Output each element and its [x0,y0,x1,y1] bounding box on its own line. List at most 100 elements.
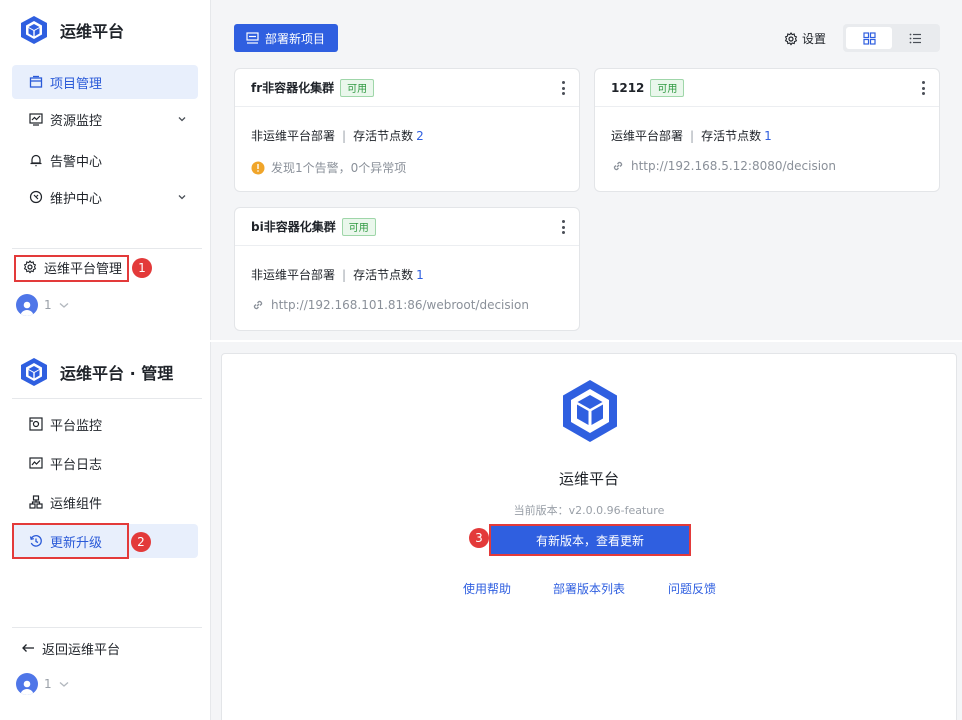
link-icon [611,159,625,173]
alive-label: 存活节点数 [701,129,762,143]
deploy-new-project-button[interactable]: 部署新项目 [234,24,338,52]
deploy-new-project-label: 部署新项目 [265,31,326,46]
highlight-box [14,255,129,282]
check-update-button[interactable]: 有新版本，查看更新 [489,524,691,556]
alive-label: 存活节点数 [353,268,414,282]
sidebar-item-resource[interactable]: 资源监控 [12,102,198,136]
alive-count: 2 [416,128,424,143]
deploy-version-list-link[interactable]: 部署版本列表 [553,580,625,597]
settings-label: 设置 [802,32,827,46]
card-title: 1212 [611,80,645,95]
list-icon [909,33,921,43]
sidebar: 运维平台 项目管理 资源监控 告警中心 维护中心 运维平台管理 1 1 [0,0,211,340]
sidebar: 运维平台 · 管理 平台监控 平台日志 运维组件 更新升级 2 返回运维平台 1 [0,342,211,720]
grid-icon [862,31,876,45]
settings-button[interactable]: 设置 [784,30,826,47]
deploy-type: 非运维平台部署 [251,268,336,282]
card-title: bi非容器化集群 [251,220,336,234]
user-menu[interactable]: 1 [16,673,70,695]
card-title: fr非容器化集群 [251,81,335,95]
step-badge: 2 [131,532,151,552]
warning-icon [251,161,265,175]
back-to-platform-link[interactable]: 返回运维平台 [12,631,198,665]
sidebar-item-label: 项目管理 [50,76,103,92]
separator: | [690,128,695,143]
arrow-left-icon [20,640,36,656]
chevron-down-icon [178,117,186,122]
product-name: 运维平台 [558,470,619,488]
sidebar-item-label: 平台日志 [50,457,103,473]
sidebar-item-label: 平台监控 [50,418,103,434]
help-link[interactable]: 使用帮助 [463,580,511,597]
brand: 运维平台 [20,14,124,46]
sidebar-divider [12,248,202,249]
chevron-down-icon [59,682,69,687]
platform-monitor-icon [28,416,44,432]
gear-icon [784,31,798,46]
highlight-box [12,523,129,559]
sidebar-item-alert[interactable]: 告警中心 [12,143,198,177]
view-toggle [843,24,940,52]
user-name: 1 [44,298,52,312]
monitor-icon [28,111,44,127]
sidebar-item-label: 告警中心 [50,154,103,170]
card-header: fr非容器化集群 可用 [235,69,579,107]
bottom-panel: 运维平台 · 管理 平台监控 平台日志 运维组件 更新升级 2 返回运维平台 1… [0,342,962,720]
more-icon[interactable] [561,81,565,95]
sidebar-item-label: 维护中心 [50,191,103,207]
more-icon[interactable] [561,220,565,234]
upgrade-panel: 运维平台 当前版本：v2.0.0.96-feature 有新版本，查看更新 3 … [221,353,957,720]
alert-text: 发现1个告警，0个异常项 [271,161,407,175]
chevron-down-icon [59,303,69,308]
status-badge: 可用 [341,217,376,236]
list-view-button[interactable] [893,27,937,49]
log-icon [28,455,44,471]
more-icon[interactable] [921,81,925,95]
avatar [16,294,38,316]
card-deploy-info: 非运维平台部署 | 存活节点数 1 [251,266,424,283]
sidebar-divider [12,627,202,628]
sidebar-item-components[interactable]: 运维组件 [12,485,198,519]
current-version: 当前版本：v2.0.0.96-feature [513,504,665,517]
card-header: 1212 可用 [595,69,939,107]
card-alert-info: 发现1个告警，0个异常项 [251,159,406,176]
link-text: http://192.168.101.81:86/webroot/decisio… [271,298,529,312]
product-logo-icon [563,380,617,442]
logo-icon [21,16,47,44]
brand: 运维平台 · 管理 [20,356,173,388]
grid-view-button[interactable] [846,27,892,49]
step-badge: 3 [469,528,489,548]
card-link[interactable]: http://192.168.5.12:8080/decision [611,159,836,173]
deploy-icon [246,31,259,45]
sidebar-divider [12,398,202,399]
user-name: 1 [44,677,52,691]
card-link[interactable]: http://192.168.101.81:86/webroot/decisio… [251,298,529,312]
sidebar-item-project[interactable]: 项目管理 [12,65,198,99]
bell-icon [28,152,44,168]
project-card[interactable]: fr非容器化集群 可用 非运维平台部署 | 存活节点数 2 发现1个告警，0个异… [234,68,580,192]
sidebar-item-maintenance[interactable]: 维护中心 [12,180,198,214]
card-header: bi非容器化集群 可用 [235,208,579,246]
link-text: http://192.168.5.12:8080/decision [631,159,837,173]
chevron-down-icon [178,195,186,200]
sidebar-item-label: 资源监控 [50,113,103,129]
maintenance-icon [28,189,44,205]
card-deploy-info: 运维平台部署 | 存活节点数 1 [611,127,772,144]
deploy-type: 运维平台部署 [611,129,684,143]
project-icon [28,74,44,90]
top-panel: 运维平台 项目管理 资源监控 告警中心 维护中心 运维平台管理 1 1 部署新项… [0,0,962,340]
sidebar-item-platform-log[interactable]: 平台日志 [12,446,198,480]
separator: | [342,128,347,143]
alive-count: 1 [764,128,772,143]
project-card[interactable]: 1212 可用 运维平台部署 | 存活节点数 1 http://192.168.… [594,68,940,192]
project-card[interactable]: bi非容器化集群 可用 非运维平台部署 | 存活节点数 1 http://192… [234,207,580,331]
avatar [16,673,38,695]
component-icon [28,494,44,510]
feedback-link[interactable]: 问题反馈 [668,580,716,597]
alive-count: 1 [416,267,424,282]
sidebar-item-platform-monitor[interactable]: 平台监控 [12,407,198,441]
user-menu[interactable]: 1 [16,294,70,316]
card-deploy-info: 非运维平台部署 | 存活节点数 2 [251,127,424,144]
step-badge: 1 [132,258,152,278]
deploy-type: 非运维平台部署 [251,129,336,143]
